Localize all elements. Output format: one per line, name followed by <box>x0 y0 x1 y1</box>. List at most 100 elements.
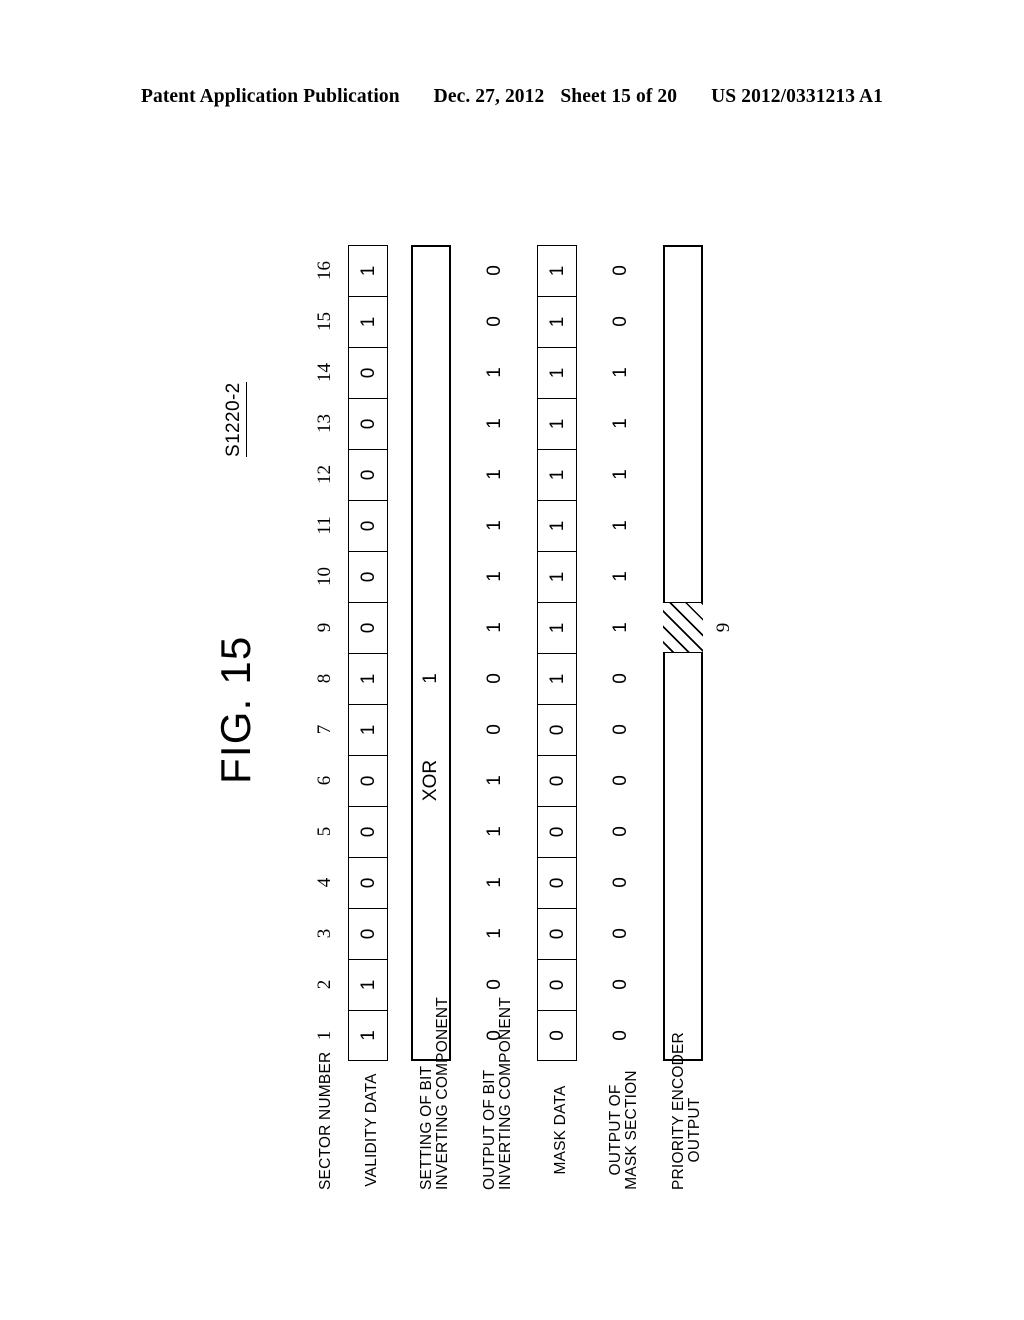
validity-data-cell: 1 <box>348 959 388 1010</box>
mask-data-cell: 1 <box>537 602 577 653</box>
publication-label: Patent Application Publication <box>140 86 400 107</box>
output-of-mask-section-cell: 0 <box>609 877 631 888</box>
xor-operator-label: XOR <box>420 759 441 802</box>
priority-encoder-selected-sector-label: 9 <box>713 622 734 633</box>
row-label-setting-of-bit-inverting-component-line1: SETTING OF BIT <box>418 1065 435 1190</box>
validity-data-cell: 0 <box>348 602 388 653</box>
sector-number-cell: 6 <box>314 775 335 786</box>
patent-number: US 2012/0331213 A1 <box>711 86 884 107</box>
row-label-output-of-bit-inverting-component: OUTPUT OF BIT INVERTING COMPONENT <box>481 997 514 1190</box>
output-of-mask-section-cell: 1 <box>609 418 631 429</box>
sector-number-cell: 8 <box>314 673 335 684</box>
output-of-mask-section-cell: 0 <box>609 316 631 327</box>
sheet-number: Sheet 15 of 20 <box>560 86 678 107</box>
page-header: Patent Application Publication Dec. 27, 2… <box>0 86 1024 108</box>
output-of-bit-inverting-component-cell: 0 <box>483 979 505 990</box>
mask-data-cell: 1 <box>537 551 577 602</box>
sector-number-cell: 7 <box>314 724 335 735</box>
validity-data-cell: 0 <box>348 755 388 806</box>
mask-data-cell: 1 <box>537 296 577 347</box>
validity-data-cell: 0 <box>348 908 388 959</box>
output-of-bit-inverting-component-cell: 1 <box>483 571 505 582</box>
output-of-mask-section-cell: 0 <box>609 928 631 939</box>
sector-number-cell: 9 <box>314 622 335 633</box>
row-label-mask-data: MASK DATA <box>552 1070 569 1190</box>
output-of-mask-section-cell: 1 <box>609 622 631 633</box>
mask-data-cell: 0 <box>537 755 577 806</box>
row-label-sector-number-line1: SECTOR NUMBER <box>317 1051 334 1190</box>
mask-data-cell: 1 <box>537 449 577 500</box>
output-of-mask-section-cell: 0 <box>609 1030 631 1041</box>
output-of-bit-inverting-component-cell: 1 <box>483 928 505 939</box>
row-label-priority-encoder-output-line3: OUTPUT <box>686 1097 703 1163</box>
validity-data-cell: 1 <box>348 296 388 347</box>
output-of-bit-inverting-component-cell: 1 <box>483 622 505 633</box>
validity-data-cell: 0 <box>348 347 388 398</box>
mask-data-cell: 1 <box>537 347 577 398</box>
mask-data-cell: 1 <box>537 245 577 296</box>
publication-date: Dec. 27, 2012 <box>433 86 545 107</box>
sector-number-cell: 12 <box>314 465 335 484</box>
row-label-output-of-mask-section: OUTPUT OF MASK SECTION <box>607 1070 640 1190</box>
priority-encoder-output-box <box>663 245 703 1061</box>
output-of-bit-inverting-component-cell: 0 <box>483 724 505 735</box>
row-label-validity-data-line1: VALIDITY DATA <box>363 1073 380 1187</box>
row-label-setting-of-bit-inverting-component-line2: INVERTING COMPONENT <box>434 997 451 1190</box>
output-of-mask-section-cell: 0 <box>609 979 631 990</box>
output-of-mask-section-cell: 0 <box>609 826 631 837</box>
priority-encoder-selected-cell <box>663 602 703 653</box>
sector-number-cell: 14 <box>314 363 335 382</box>
sector-number-cell: 13 <box>314 414 335 433</box>
mask-data-cell: 0 <box>537 908 577 959</box>
validity-data-cell: 1 <box>348 1010 388 1061</box>
figure-15: FIG. 15 S1220-2 SECTOR NUMBER 1 2 3 4 5 6 7 8 9 10… <box>192 130 832 1190</box>
output-of-mask-section-cell: 0 <box>609 775 631 786</box>
row-label-output-of-mask-section-line2: MASK SECTION <box>623 1070 640 1190</box>
row-label-output-of-mask-section-line1: OUTPUT OF <box>607 1084 624 1176</box>
output-of-mask-section-cell: 0 <box>609 265 631 276</box>
row-label-mask-data-line1: MASK DATA <box>552 1085 569 1175</box>
output-of-mask-section-cell: 1 <box>609 367 631 378</box>
validity-data-cell: 0 <box>348 857 388 908</box>
validity-data-cell: 0 <box>348 806 388 857</box>
sector-number-cell: 5 <box>314 826 335 837</box>
timing-table: SECTOR NUMBER 1 2 3 4 5 6 7 8 9 10 11 12 13 14 15 16 VALI… <box>192 130 832 1190</box>
row-label-priority-encoder-output-line1: PRIORITY ENCODER <box>670 1032 687 1190</box>
output-of-mask-section-cell: 0 <box>609 724 631 735</box>
output-of-bit-inverting-component-cell: 1 <box>483 418 505 429</box>
output-of-bit-inverting-component-cell: 1 <box>483 469 505 480</box>
sector-number-cell: 2 <box>314 979 335 990</box>
row-label-validity-data: VALIDITY DATA <box>363 1070 380 1190</box>
sector-number-cell: 16 <box>314 261 335 280</box>
validity-data-cell: 0 <box>348 500 388 551</box>
mask-data-cell: 0 <box>537 1010 577 1061</box>
mask-data-cell: 0 <box>537 959 577 1010</box>
output-of-bit-inverting-component-cell: 0 <box>483 265 505 276</box>
sector-number-cell: 1 <box>314 1030 335 1041</box>
sector-number-cell: 15 <box>314 312 335 331</box>
row-label-setting-of-bit-inverting-component: SETTING OF BIT INVERTING COMPONENT <box>418 997 451 1190</box>
mask-data-cell: 1 <box>537 653 577 704</box>
output-of-bit-inverting-component-cell: 0 <box>483 1030 505 1041</box>
sector-number-cell: 3 <box>314 928 335 939</box>
row-label-sector-number: SECTOR NUMBER <box>317 1051 334 1190</box>
xor-operand-value: 1 <box>420 673 441 684</box>
row-label-output-of-bit-inverting-component-line2: INVERTING COMPONENT <box>497 997 514 1190</box>
sector-number-cell: 11 <box>314 516 335 535</box>
output-of-bit-inverting-component-cell: 0 <box>483 316 505 327</box>
output-of-mask-section-cell: 0 <box>609 673 631 684</box>
output-of-mask-section-cell: 1 <box>609 520 631 531</box>
validity-data-cell: 0 <box>348 449 388 500</box>
row-label-output-of-bit-inverting-component-line1: OUTPUT OF BIT <box>481 1069 498 1190</box>
mask-data-cell: 0 <box>537 704 577 755</box>
validity-data-cell: 1 <box>348 704 388 755</box>
mask-data-cell: 0 <box>537 857 577 908</box>
validity-data-cell: 1 <box>348 245 388 296</box>
output-of-bit-inverting-component-cell: 1 <box>483 775 505 786</box>
output-of-bit-inverting-component-cell: 1 <box>483 826 505 837</box>
validity-data-cell: 0 <box>348 551 388 602</box>
sector-number-cell: 4 <box>314 877 335 888</box>
row-label-priority-encoder-output: PRIORITY ENCODER OUTPUT <box>670 1032 703 1190</box>
sector-number-cell: 10 <box>314 567 335 586</box>
validity-data-cell: 1 <box>348 653 388 704</box>
